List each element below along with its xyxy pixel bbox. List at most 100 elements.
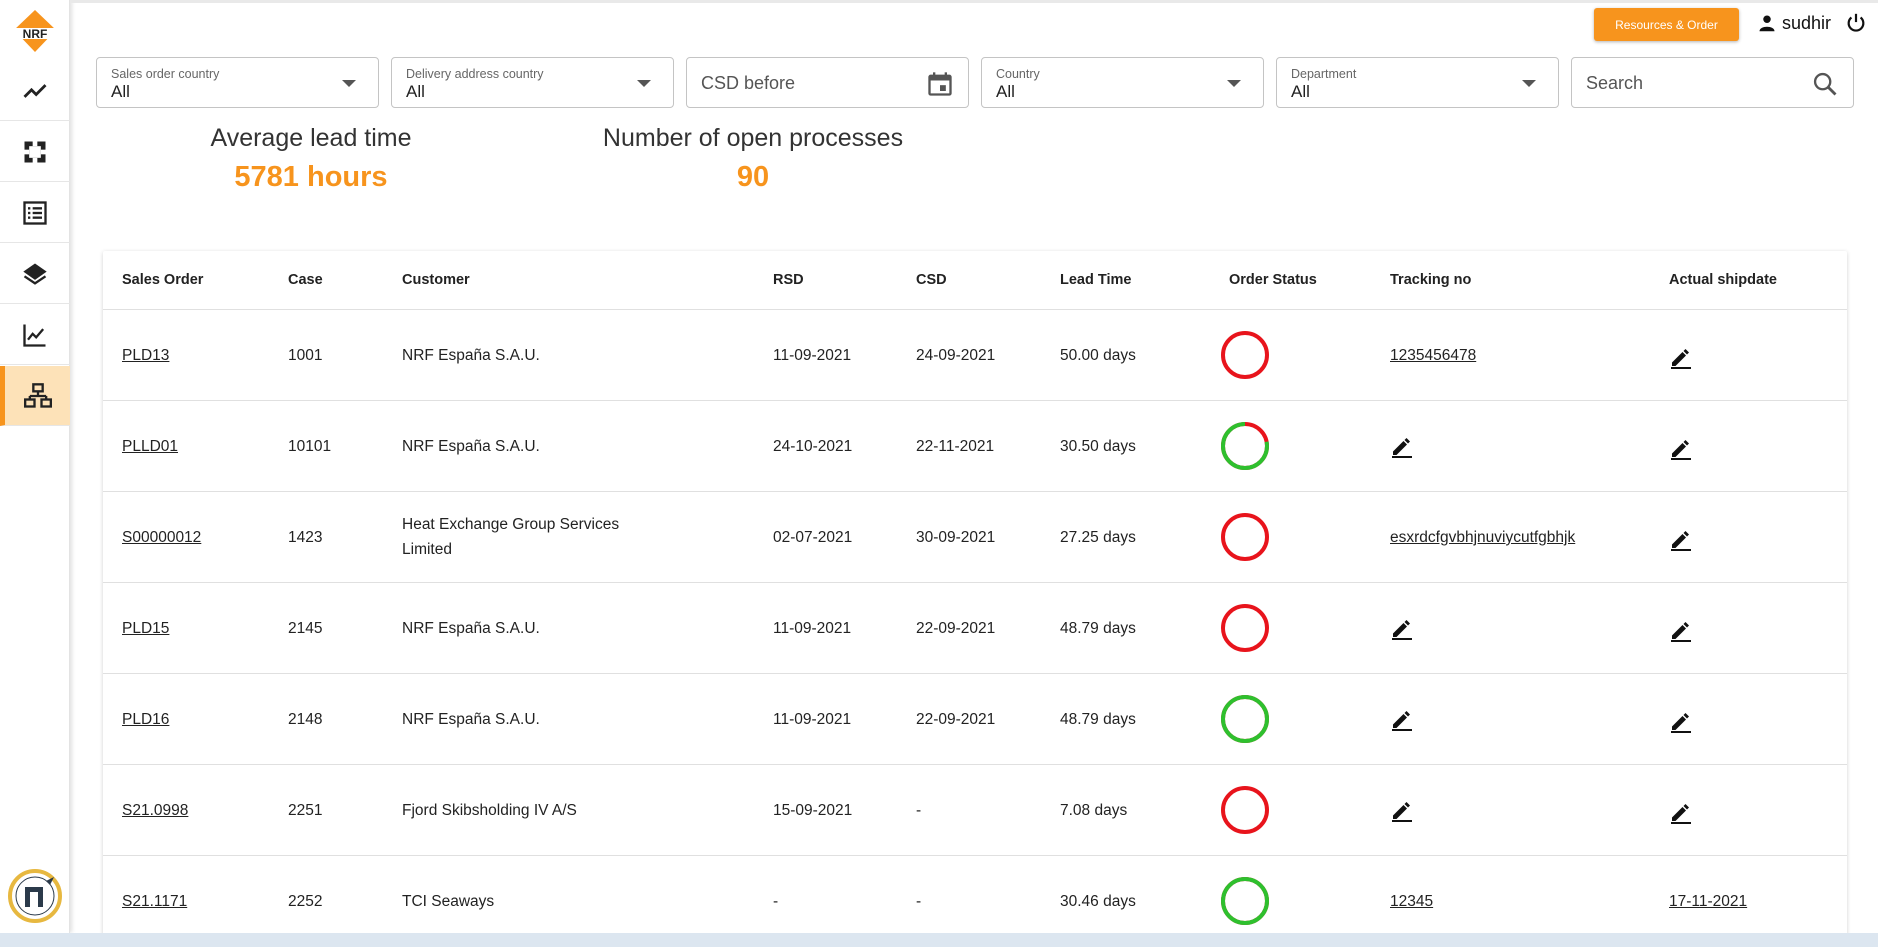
nav-item-chart[interactable] — [0, 305, 70, 365]
edit-tracking-icon[interactable] — [1390, 707, 1414, 731]
lead-time: 48.79 days — [1060, 711, 1136, 728]
edit-shipdate-icon[interactable] — [1669, 345, 1693, 369]
edit-tracking-icon[interactable] — [1390, 434, 1414, 458]
csd-date: 30-09-2021 — [916, 529, 996, 546]
power-icon[interactable] — [1845, 12, 1867, 34]
column-header[interactable]: Customer — [402, 272, 470, 288]
customer-name: NRF España S.A.U. — [402, 343, 540, 368]
tracking-number-link[interactable]: esxrdcfgvbhjnuviycutfgbhjk — [1390, 525, 1575, 550]
sales-order-link[interactable]: PLLD01 — [122, 434, 178, 459]
lead-time: 27.25 days — [1060, 529, 1136, 546]
customer-name: NRF España S.A.U. — [402, 616, 540, 641]
average-lead-time-kpi: Average lead time 5781 hours — [170, 124, 452, 194]
column-header[interactable]: Case — [288, 272, 323, 288]
nav-item-focus[interactable] — [0, 122, 70, 182]
field-value: All — [111, 82, 130, 101]
column-header[interactable]: Order Status — [1229, 272, 1317, 288]
kpi-label: Number of open processes — [602, 124, 904, 152]
column-header[interactable]: Sales Order — [122, 272, 203, 288]
table-row[interactable]: PLD15 2145 NRF España S.A.U. 11-09-2021 22-0… — [103, 583, 1847, 674]
csd-date: 22-09-2021 — [916, 620, 996, 637]
caret-down-icon — [342, 80, 356, 87]
field-label: Delivery address country — [406, 67, 544, 81]
customer-name-line: NRF España S.A.U. — [402, 438, 540, 455]
table-row[interactable]: PLD16 2148 NRF España S.A.U. 11-09-2021 22-0… — [103, 674, 1847, 765]
lead-time: 50.00 days — [1060, 347, 1136, 364]
edit-shipdate-icon[interactable] — [1669, 618, 1693, 642]
country-select[interactable]: Country All — [981, 57, 1264, 108]
field-label: Sales order country — [111, 67, 220, 81]
field-value: All — [1291, 82, 1310, 101]
sales-order-link[interactable]: PLD16 — [122, 707, 169, 732]
order-status-ring — [1218, 692, 1272, 754]
delivery-address-country-select[interactable]: Delivery address country All — [391, 57, 674, 108]
sidebar: NRF — [0, 0, 70, 933]
rsd-date: 15-09-2021 — [773, 802, 853, 819]
sitemap-icon — [23, 382, 52, 408]
chart-icon — [23, 324, 46, 347]
table-header: Sales Order Case Customer RSD CSD Lead T… — [103, 251, 1847, 310]
column-header[interactable]: Lead Time — [1060, 272, 1131, 288]
csd-date: 22-11-2021 — [916, 438, 995, 455]
sales-order-link[interactable]: S21.0998 — [122, 798, 188, 823]
calendar-icon[interactable] — [926, 70, 954, 98]
column-header[interactable]: Tracking no — [1390, 272, 1471, 288]
sales-order-link[interactable]: PLD13 — [122, 343, 169, 368]
table-row[interactable]: PLD13 1001 NRF España S.A.U. 11-09-2021 24-0… — [103, 310, 1847, 401]
sales-order-country-select[interactable]: Sales order country All — [96, 57, 379, 108]
csd-before-date-field[interactable]: CSD before — [686, 57, 969, 108]
csd-date: 24-09-2021 — [916, 347, 996, 364]
window-bottom-edge — [0, 933, 1878, 947]
case-number: 1001 — [288, 347, 323, 364]
kpi-value: 5781 hours — [234, 161, 388, 193]
rsd-date: 02-07-2021 — [773, 529, 853, 546]
case-number: 1423 — [288, 529, 323, 546]
tracking-number-link[interactable]: 12345 — [1390, 889, 1433, 914]
order-status-ring — [1218, 328, 1272, 390]
field-placeholder: Search — [1586, 73, 1644, 93]
field-placeholder: CSD before — [701, 73, 796, 93]
field-value: All — [406, 82, 425, 101]
nav-item-list[interactable] — [0, 183, 70, 243]
customer-name-line: Heat Exchange Group Services — [402, 516, 620, 533]
sales-order-link[interactable]: S21.1171 — [122, 889, 187, 914]
table-row[interactable]: S00000012 1423 Heat Exchange Group Service… — [103, 492, 1847, 583]
column-header[interactable]: RSD — [773, 272, 804, 288]
sales-order-link[interactable]: S00000012 — [122, 525, 201, 550]
order-status-ring — [1218, 874, 1272, 936]
csd-date: - — [916, 893, 922, 910]
shipdate-link[interactable]: 17-11-2021 — [1669, 889, 1747, 914]
column-header[interactable]: CSD — [916, 272, 947, 288]
edit-tracking-icon[interactable] — [1390, 798, 1414, 822]
edit-shipdate-icon[interactable] — [1669, 436, 1693, 460]
lead-time: 30.50 days — [1060, 438, 1136, 455]
edit-tracking-icon[interactable] — [1390, 616, 1414, 640]
nav-item-trends[interactable] — [0, 61, 70, 121]
nav-item-sitemap[interactable] — [0, 366, 70, 426]
search-icon[interactable] — [1811, 70, 1839, 98]
column-header[interactable]: Actual shipdate — [1669, 272, 1777, 288]
resources-order-button[interactable]: Resources & Order — [1594, 8, 1739, 41]
edit-shipdate-icon[interactable] — [1669, 527, 1693, 551]
order-status-ring — [1218, 783, 1272, 845]
table-row[interactable]: S21.0998 2251 Fjord Skibsholding IV A/S 15-… — [103, 765, 1847, 856]
edit-shipdate-icon[interactable] — [1669, 709, 1693, 733]
order-status-ring — [1218, 419, 1272, 481]
table-row[interactable]: PLLD01 10101 NRF España S.A.U. 24-10-2021 22… — [103, 401, 1847, 492]
caret-down-icon — [1522, 80, 1536, 87]
sales-order-link[interactable]: PLD15 — [122, 616, 169, 641]
focus-frame-icon — [24, 141, 46, 162]
nav-item-layers[interactable] — [0, 244, 70, 304]
rsd-date: 24-10-2021 — [773, 438, 853, 455]
customer-name-line: TCI Seaways — [402, 893, 495, 910]
case-number: 2251 — [288, 802, 323, 819]
lead-time: 7.08 days — [1060, 802, 1128, 819]
case-number: 2148 — [288, 711, 323, 728]
tracking-number-link[interactable]: 1235456478 — [1390, 343, 1476, 368]
edit-shipdate-icon[interactable] — [1669, 800, 1693, 824]
orders-table: Sales Order Case Customer RSD CSD Lead T… — [103, 251, 1847, 947]
user-menu[interactable]: sudhir — [1758, 10, 1831, 36]
field-label: Country — [996, 67, 1040, 81]
department-select[interactable]: Department All — [1276, 57, 1559, 108]
search-input[interactable]: Search — [1571, 57, 1854, 108]
